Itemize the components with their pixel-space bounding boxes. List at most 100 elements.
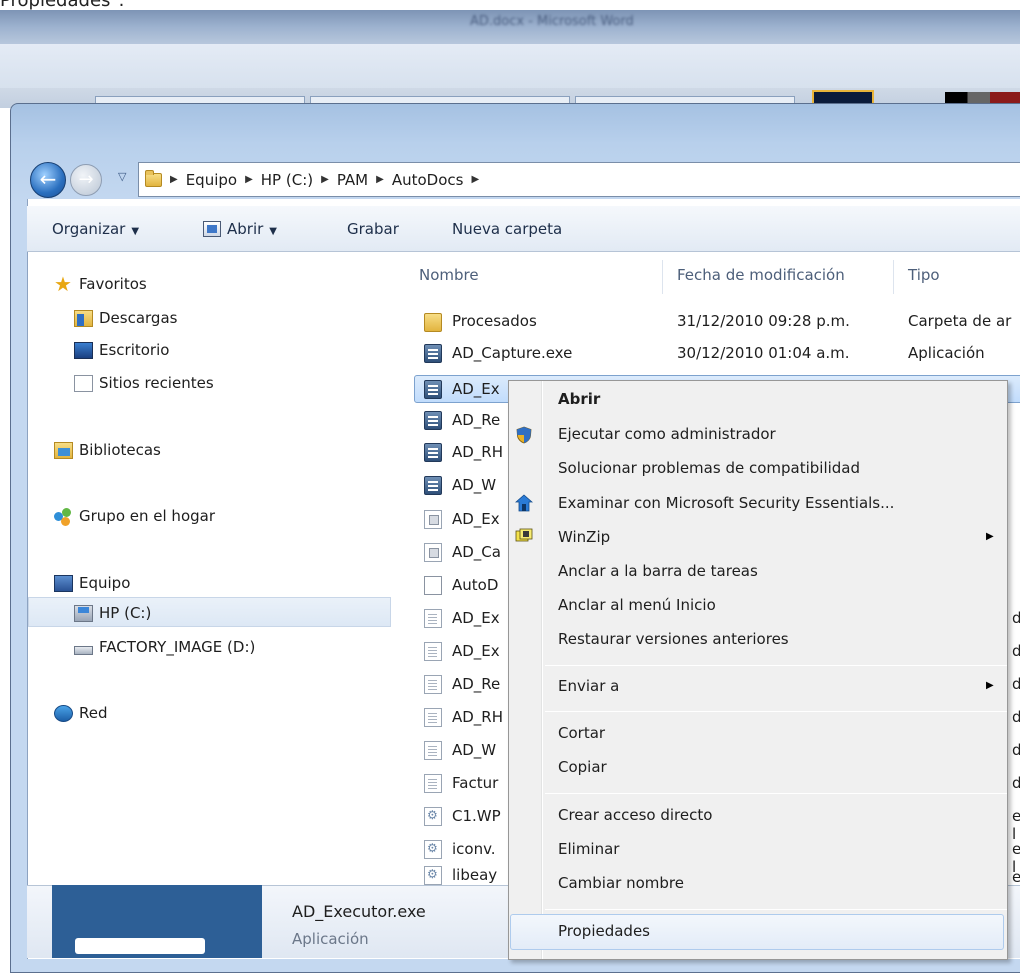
file-name: AD_Ex	[452, 609, 500, 627]
sidebar-item-hp-drive[interactable]: HP (C:)	[74, 604, 151, 622]
abrir-label: Abrir	[227, 220, 264, 238]
sidebar-item-bibliotecas[interactable]: Bibliotecas	[54, 441, 161, 459]
sidebar-item-label: Red	[79, 704, 108, 722]
history-dropdown-button[interactable]: ▽	[118, 170, 126, 183]
abrir-button[interactable]: Abrir ▼	[203, 220, 277, 238]
file-name: C1.WP	[452, 807, 501, 825]
open-icon	[203, 221, 221, 237]
menu-item-abrir[interactable]: Abrir	[558, 390, 600, 408]
sidebar-item-label: Grupo en el hogar	[79, 507, 215, 525]
chevron-down-icon: ▼	[269, 226, 277, 237]
breadcrumb-separator-icon[interactable]: ▶	[321, 174, 329, 185]
menu-item-anclar-inicio[interactable]: Anclar al menú Inicio	[558, 596, 716, 614]
menu-item-examinar-mse[interactable]: Examinar con Microsoft Security Essentia…	[558, 494, 894, 512]
sidebar-item-label: Escritorio	[99, 341, 170, 359]
sidebar-item-sitios-recientes[interactable]: Sitios recientes	[74, 374, 214, 392]
menu-item-solucionar-compatibilidad[interactable]: Solucionar problemas de compatibilidad	[558, 459, 860, 477]
sidebar-item-favoritos[interactable]: ★ Favoritos	[54, 274, 147, 294]
file-row[interactable]: AD_Ex	[424, 505, 500, 533]
file-row[interactable]: AD_W	[424, 471, 496, 499]
file-row[interactable]: Procesados	[424, 307, 537, 335]
menu-item-ejecutar-admin[interactable]: Ejecutar como administrador	[558, 425, 776, 443]
file-row[interactable]: AD_Ex	[424, 604, 500, 632]
file-row[interactable]: AD_Capture.exe	[424, 339, 572, 367]
computer-icon	[54, 574, 73, 592]
menu-item-enviar-a[interactable]: Enviar a	[558, 677, 619, 695]
file-row[interactable]: AD_RH	[424, 438, 503, 466]
config-file-icon	[424, 509, 442, 529]
file-row[interactable]: AutoD	[424, 571, 498, 599]
breadcrumb-autodocs[interactable]: AutoDocs	[392, 171, 464, 189]
exe-icon	[424, 475, 442, 495]
menu-item-eliminar[interactable]: Eliminar	[558, 840, 619, 858]
file-row[interactable]: AD_Ex	[424, 637, 500, 665]
chevron-down-icon: ▽	[118, 170, 127, 183]
file-name: AD_Ex	[452, 510, 500, 528]
sidebar-item-descargas[interactable]: Descargas	[74, 309, 177, 327]
file-row[interactable]: AD_W	[424, 736, 496, 764]
folder-icon	[424, 312, 442, 332]
menu-item-copiar[interactable]: Copiar	[558, 758, 607, 776]
column-divider[interactable]	[662, 260, 663, 294]
sidebar-item-red[interactable]: Red	[54, 704, 108, 722]
file-type: d	[1012, 609, 1020, 627]
chevron-down-icon: ▼	[131, 226, 140, 237]
text-file-icon	[424, 608, 442, 628]
sidebar-item-grupo-hogar[interactable]: Grupo en el hogar	[54, 507, 215, 526]
dll-file-icon	[424, 865, 442, 885]
breadcrumb-separator-icon[interactable]: ▶	[170, 174, 178, 185]
column-header-nombre[interactable]: Nombre	[419, 266, 479, 284]
file-name: AD_RH	[452, 708, 504, 726]
arrow-left-icon: ←	[39, 167, 57, 191]
sidebar-item-equipo[interactable]: Equipo	[54, 574, 130, 592]
file-name: AD_Capture.exe	[452, 344, 573, 362]
column-divider[interactable]	[893, 260, 894, 294]
file-row[interactable]: AD_RH	[424, 703, 503, 731]
network-icon	[54, 704, 73, 722]
file-type: d	[1012, 774, 1020, 792]
file-row[interactable]: AD_Re	[424, 406, 500, 434]
large-exe-icon-detail	[75, 938, 205, 954]
breadcrumb-separator-icon[interactable]: ▶	[471, 174, 479, 185]
file-row[interactable]: AD_Re	[424, 670, 500, 698]
file-row[interactable]: libeay	[424, 865, 497, 885]
file-row[interactable]: C1.WP	[424, 802, 501, 830]
nueva-carpeta-button[interactable]: Nueva carpeta	[452, 220, 562, 238]
breadcrumb-hp[interactable]: HP (C:)	[261, 171, 313, 189]
sidebar-item-label: Descargas	[99, 309, 178, 327]
back-button[interactable]: ←	[30, 162, 66, 198]
file-row[interactable]: AD_Ca	[424, 538, 501, 566]
menu-item-winzip[interactable]: WinZip	[558, 528, 610, 546]
menu-item-crear-acceso-directo[interactable]: Crear acceso directo	[558, 806, 712, 824]
organizar-button[interactable]: Organizar ▼	[52, 220, 139, 238]
address-bar[interactable]: ▶ Equipo ▶ HP (C:) ▶ PAM ▶ AutoDocs ▶	[138, 162, 1020, 197]
sidebar-item-escritorio[interactable]: Escritorio	[74, 341, 169, 359]
column-header-tipo[interactable]: Tipo	[908, 266, 940, 284]
file-row-selected[interactable]: AD_Ex	[424, 375, 500, 403]
breadcrumb-equipo[interactable]: Equipo	[186, 171, 237, 189]
menu-item-restaurar-versiones[interactable]: Restaurar versiones anteriores	[558, 630, 789, 648]
libraries-icon	[54, 441, 73, 459]
desktop-icon	[74, 341, 93, 359]
exe-icon	[424, 343, 442, 363]
file-name: AD_Re	[452, 675, 501, 693]
file-name: AD_Ex	[452, 642, 500, 660]
winzip-icon	[515, 527, 533, 545]
text-file-icon	[424, 707, 442, 727]
file-row[interactable]: iconv.	[424, 835, 496, 863]
breadcrumb-separator-icon[interactable]: ▶	[245, 174, 253, 185]
breadcrumb-separator-icon[interactable]: ▶	[376, 174, 384, 185]
menu-item-propiedades[interactable]: Propiedades	[558, 922, 650, 940]
column-header-fecha[interactable]: Fecha de modificación	[677, 266, 845, 284]
breadcrumb-pam[interactable]: PAM	[337, 171, 368, 189]
grabar-button[interactable]: Grabar	[347, 220, 399, 238]
sidebar-item-factory-image[interactable]: FACTORY_IMAGE (D:)	[74, 638, 255, 656]
file-name: AD_RH	[452, 443, 504, 461]
forward-button[interactable]: →	[70, 164, 102, 196]
menu-item-cortar[interactable]: Cortar	[558, 724, 605, 742]
file-row[interactable]: Factur	[424, 769, 498, 797]
menu-item-cambiar-nombre[interactable]: Cambiar nombre	[558, 874, 684, 892]
menu-item-anclar-barra[interactable]: Anclar a la barra de tareas	[558, 562, 758, 580]
menu-separator	[545, 909, 1007, 910]
file-name: AD_W	[452, 741, 497, 759]
